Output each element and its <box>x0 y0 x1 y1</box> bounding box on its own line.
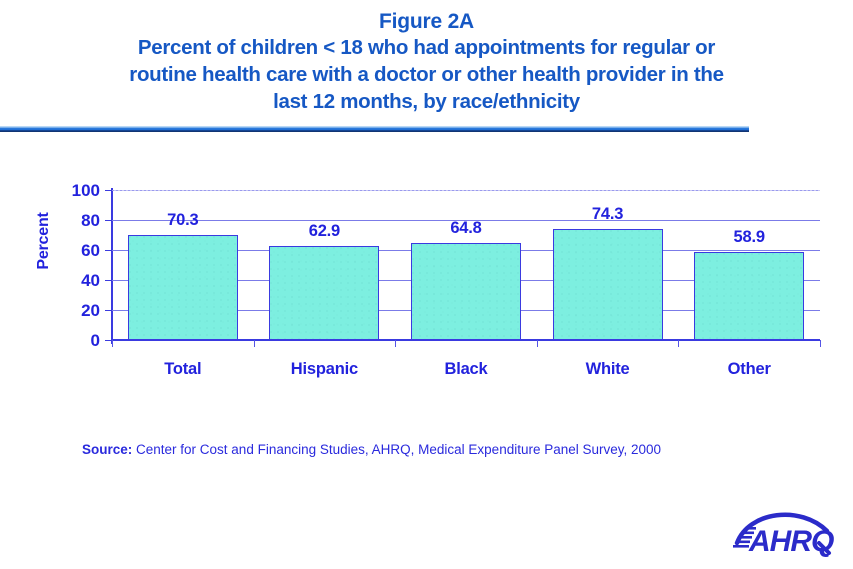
bar-value-white: 74.3 <box>591 204 624 223</box>
y-tick-label-100: 100 <box>71 181 100 200</box>
y-axis-line <box>111 188 113 344</box>
bar-value-hispanic: 62.9 <box>308 221 341 240</box>
bar-value-other: 58.9 <box>733 227 766 246</box>
y-tick-label-60: 60 <box>81 241 100 260</box>
category-label-hispanic: Hispanic <box>290 360 358 378</box>
category-label-total: Total <box>164 360 202 378</box>
y-axis-tick-60 <box>105 250 112 251</box>
category-label-black: Black <box>444 360 488 378</box>
x-axis-tick-0 <box>112 340 113 347</box>
ahrq-logo: AHRQ <box>727 503 843 563</box>
bar-value-total: 70.3 <box>167 210 199 229</box>
x-axis-tick-1 <box>253 340 255 347</box>
y-axis-tick-40 <box>105 280 112 281</box>
x-axis-tick-4 <box>678 340 680 347</box>
bar-white[interactable] <box>552 228 663 340</box>
y-tick-label-80: 80 <box>81 211 100 230</box>
y-tick-label-20: 20 <box>81 301 100 320</box>
category-label-white: White <box>585 360 630 378</box>
y-tick-label-40: 40 <box>81 271 100 290</box>
y-axis-tick-20 <box>105 310 112 311</box>
x-axis-tick-end <box>820 340 821 347</box>
bar-black[interactable] <box>411 242 521 340</box>
source-note: Source: Center for Cost and Financing St… <box>82 442 661 457</box>
ahrq-logo-icon: AHRQ <box>733 512 835 558</box>
x-axis-tick-3 <box>536 340 538 347</box>
y-axis-tick-80 <box>105 220 112 221</box>
gridline-100 <box>112 190 820 191</box>
source-label: Source: <box>82 442 133 457</box>
category-label-other: Other <box>727 360 771 378</box>
bar-total[interactable] <box>127 234 238 340</box>
y-axis-tick-0 <box>105 340 112 341</box>
bar-hispanic[interactable] <box>269 245 380 340</box>
bar-other[interactable] <box>694 251 805 340</box>
svg-text:AHRQ: AHRQ <box>748 525 834 558</box>
source-text: Center for Cost and Financing Studies, A… <box>132 442 662 457</box>
y-axis-tick-100 <box>105 190 112 191</box>
y-tick-label-0: 0 <box>90 331 100 350</box>
bar-chart: Percent 0 20 40 60 80 100 70.3 Total 62.9 Hispan… <box>0 0 853 569</box>
y-axis-tick-labels: 0 20 40 60 80 100 <box>48 0 100 569</box>
bar-value-black: 64.8 <box>450 218 482 237</box>
x-axis-tick-2 <box>395 340 397 347</box>
